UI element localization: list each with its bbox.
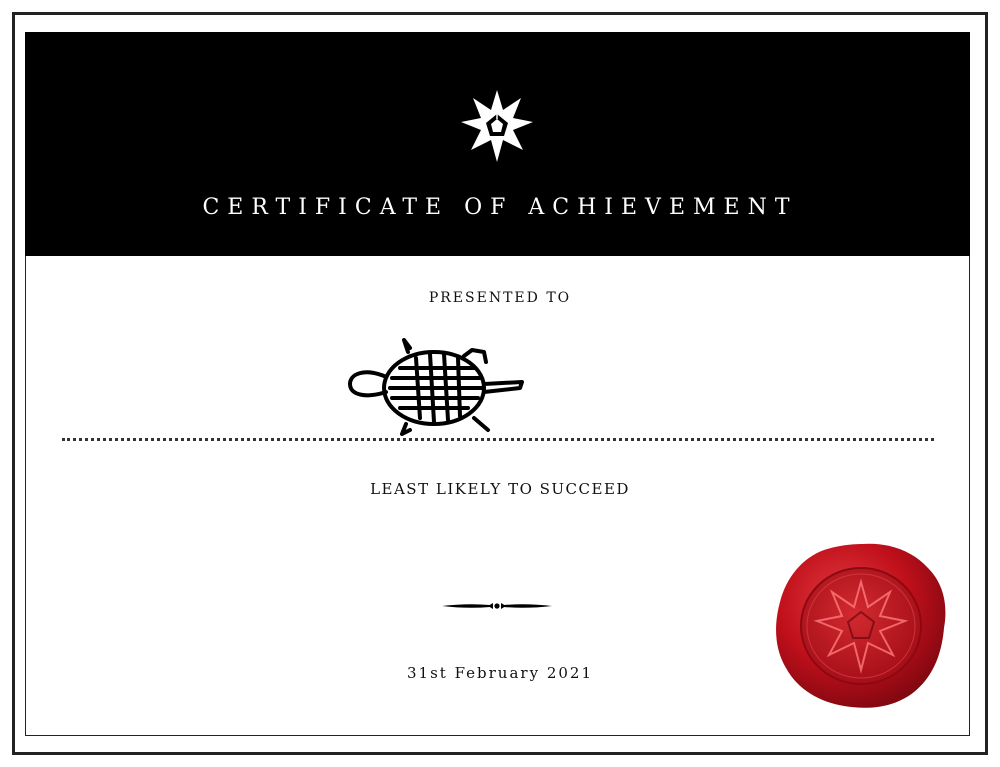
divider-ornament-icon [442,603,552,609]
name-dotted-line [62,438,934,441]
award-title: LEAST LIKELY TO SUCCEED [370,480,630,498]
presented-to-label: PRESENTED TO [428,290,572,306]
red-wax-seal [776,543,946,708]
star-emblem-icon [461,90,533,162]
turtle-signature-drawing [348,338,524,436]
certificate-title: CERTIFICATE OF ACHIEVEMENT [202,195,798,220]
